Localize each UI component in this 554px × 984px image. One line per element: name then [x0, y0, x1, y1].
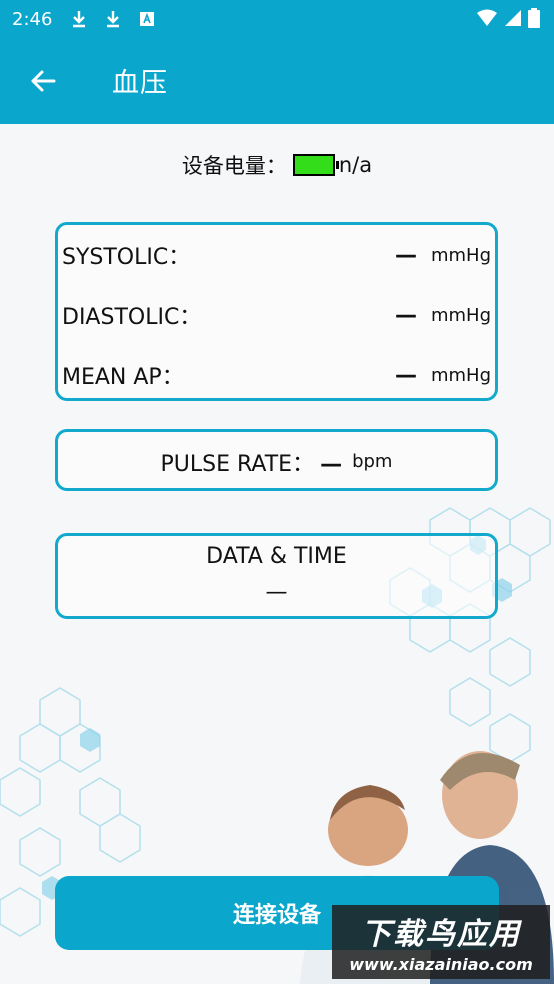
- page-title: 血压: [112, 68, 168, 99]
- watermark-url: www.xiazainiao.com: [349, 955, 533, 974]
- pulse-rate-value: —: [320, 452, 343, 477]
- systolic-value: —: [395, 242, 417, 268]
- battery-icon: [528, 8, 540, 32]
- blood-pressure-card: SYSTOLIC： — mmHg DIASTOLIC： — mmHg MEAN …: [55, 222, 498, 401]
- watermark-title: 下载鸟应用: [361, 917, 521, 952]
- systolic-label: SYSTOLIC：: [62, 245, 191, 270]
- diastolic-label: DIASTOLIC：: [62, 305, 202, 330]
- device-battery-row: 设备电量： n/a: [0, 150, 554, 180]
- date-time-label: DATA & TIME: [206, 544, 347, 569]
- date-time-card: DATA & TIME —: [55, 533, 498, 619]
- watermark-logo: 下载鸟应用 www.xiazainiao.com: [332, 905, 550, 979]
- mean-ap-row: MEAN AP： — mmHg: [62, 355, 491, 395]
- diastolic-row: DIASTOLIC： — mmHg: [62, 295, 491, 335]
- font-icon: [138, 10, 156, 28]
- mean-ap-unit: mmHg: [430, 364, 491, 386]
- cell-signal-icon: [504, 9, 522, 31]
- systolic-unit: mmHg: [430, 244, 491, 266]
- pulse-rate-label: PULSE RATE：: [160, 452, 315, 477]
- mean-ap-value: —: [395, 362, 417, 388]
- status-bar: 2:46: [0, 0, 554, 38]
- pulse-rate-row: PULSE RATE： — bpm: [58, 446, 495, 478]
- device-battery-icon: [292, 154, 339, 176]
- battery-label: 设备电量：: [181, 154, 287, 178]
- systolic-row: SYSTOLIC： — mmHg: [62, 235, 491, 275]
- mean-ap-label: MEAN AP：: [62, 365, 184, 390]
- pulse-rate-unit: bpm: [352, 451, 393, 472]
- back-arrow-icon[interactable]: [28, 66, 58, 96]
- status-time: 2:46: [12, 8, 53, 30]
- pulse-rate-card: PULSE RATE： — bpm: [55, 429, 498, 491]
- diastolic-value: —: [395, 302, 417, 328]
- wifi-icon: [476, 9, 498, 31]
- app-bar: 血压: [0, 38, 554, 124]
- download-icon: [70, 10, 88, 28]
- download-icon: [104, 10, 122, 28]
- date-time-value: —: [265, 580, 288, 605]
- battery-value: n/a: [338, 153, 373, 177]
- diastolic-unit: mmHg: [430, 304, 491, 326]
